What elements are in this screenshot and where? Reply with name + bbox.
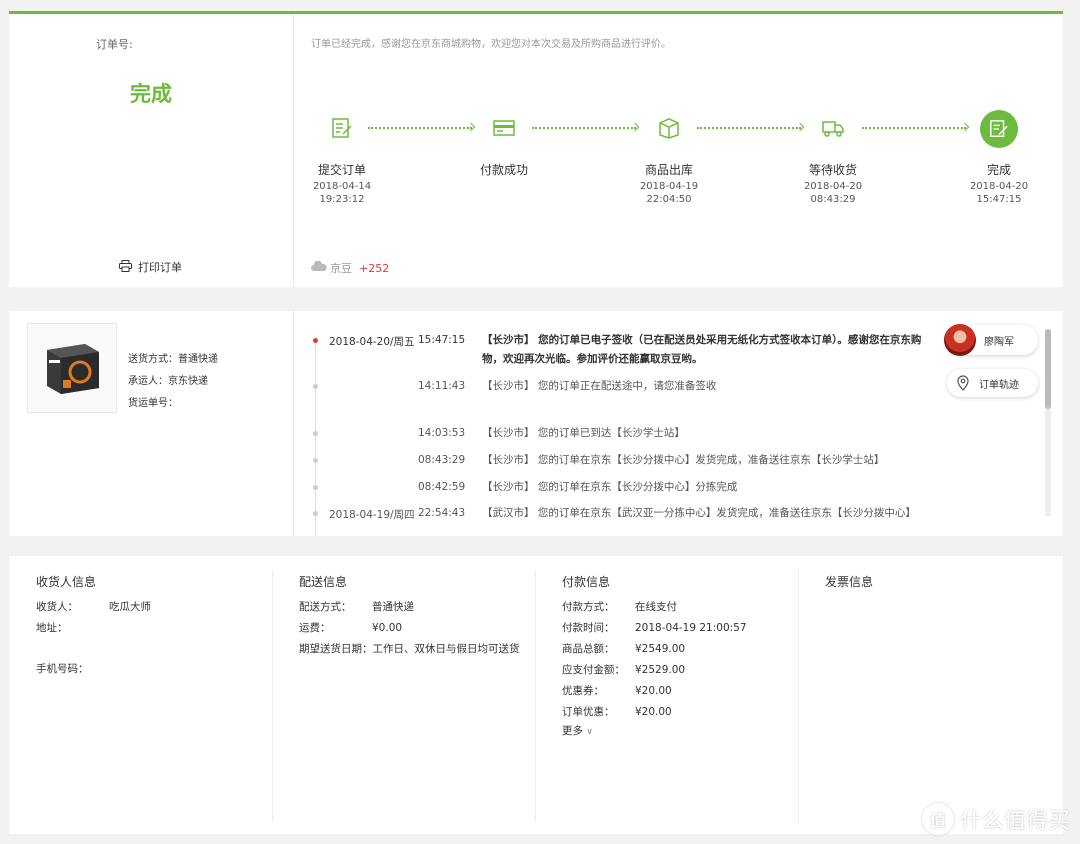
payment-row: 优惠券： ¥20.00	[562, 685, 672, 697]
beans-value: +252	[359, 261, 390, 275]
order-status-panel: 订单号: 完成 打印订单 订单已经完成，感谢您在京东商城购物，欢迎您对本次交易及…	[9, 11, 1063, 287]
timeline-dot	[313, 485, 318, 490]
submit-order-icon	[331, 117, 353, 139]
zigzag-divider	[9, 283, 1063, 291]
payment-row: 订单优惠： ¥20.00	[562, 706, 672, 718]
payment-icon	[493, 117, 515, 139]
timeline-date: 2018-04-19/周四	[329, 509, 415, 521]
avatar	[944, 324, 976, 356]
receiver-name-row: 收货人： 吃瓜大师	[36, 601, 151, 613]
timeline-time: 14:03:53	[418, 427, 466, 439]
step-time: 2018-04-20 08:43:29	[803, 181, 863, 205]
tracking-timeline: 2018-04-20/周五 15:47:15 【长沙市】 您的订单已电子签收（已…	[294, 311, 1054, 536]
step-label: 商品出库	[644, 163, 693, 177]
delivery-date-row: 期望送货日期：工作日、双休日与假日均可送货	[299, 643, 520, 655]
invoice-title: 发票信息	[825, 575, 874, 589]
order-progress: 订单已经完成，感谢您在京东商城购物，欢迎您对本次交易及所购商品进行评价。 提交订…	[294, 14, 1063, 287]
payment-title: 付款信息	[562, 575, 611, 589]
more-label: 更多	[562, 725, 583, 737]
shipment-info: 送货方式：普通快递 承运人：京东快递 货运单号：	[9, 311, 294, 536]
order-status: 完成	[130, 82, 172, 106]
timeline-text: 【长沙市】 您的订单已电子签收（已在配送员处采用无纸化方式签收本订单）。感谢您在…	[482, 334, 922, 365]
payment-row: 商品总额： ¥2549.00	[562, 643, 686, 655]
chevron-down-icon: ∨	[586, 727, 593, 737]
step-label: 付款成功	[479, 163, 528, 177]
timeline-dot	[313, 458, 318, 463]
site-watermark: 值 什么值得买	[921, 803, 1070, 835]
step-time: 2018-04-14 19:23:12	[312, 181, 372, 205]
timeline-scroll-thumb[interactable]	[1045, 329, 1051, 409]
tracking-number: 货运单号：	[128, 398, 178, 409]
package-icon	[658, 117, 680, 139]
step-label: 等待收货	[808, 163, 857, 177]
progress-connector	[368, 127, 472, 133]
payment-row: 付款时间： 2018-04-19 21:00:57	[562, 622, 747, 634]
timeline-text: 【长沙市】 您的订单在京东【长沙分拨中心】分拣完成	[482, 481, 738, 493]
column-divider	[272, 570, 273, 822]
watermark-logo-icon: 值	[921, 803, 954, 835]
order-summary: 订单号: 完成 打印订单	[9, 14, 294, 287]
receiver-title: 收货人信息	[36, 575, 97, 589]
column-divider	[535, 570, 536, 822]
jd-beans: 京豆 +252	[311, 260, 389, 276]
receiver-phone-row: 手机号码：	[36, 663, 89, 675]
invoice-info: 发票信息	[825, 556, 1045, 824]
shipment-panel: 送货方式：普通快递 承运人：京东快递 货运单号： 2018-04-20/周五 1…	[9, 311, 1063, 536]
timeline-time: 08:43:29	[418, 454, 466, 466]
progress-connector	[697, 127, 801, 133]
watermark-text: 什么值得买	[959, 809, 1070, 834]
print-order-label: 打印订单	[138, 261, 182, 274]
print-order-button[interactable]: 打印订单	[119, 259, 182, 275]
step-time: 2018-04-19 22:04:50	[639, 181, 699, 205]
order-number-label: 订单号:	[96, 38, 133, 51]
delivery-fee-row: 运费： ¥0.00	[299, 622, 403, 634]
complete-icon	[980, 110, 1018, 148]
step-label: 提交订单	[317, 163, 366, 177]
shipping-details: 送货方式：普通快递 承运人：京东快递 货运单号：	[128, 349, 218, 415]
progress-connector	[532, 127, 636, 133]
timeline-time: 22:54:43	[418, 507, 466, 519]
location-pin-icon	[957, 375, 969, 391]
timeline-text: 【长沙市】 您的订单正在配送途中，请您准备签收	[482, 380, 717, 392]
payment-row: 付款方式： 在线支付	[562, 601, 677, 613]
payment-row: 应支付金额： ¥2529.00	[562, 664, 686, 676]
order-details-panel: 收货人信息 收货人： 吃瓜大师 地址： 手机号码： 配送信息 配送方式： 普通快递 …	[9, 556, 1063, 834]
progress-connector	[862, 127, 966, 133]
delivery-method-row: 配送方式： 普通快递	[299, 601, 414, 613]
timeline-dot	[313, 431, 318, 436]
courier-name: 廖陶军	[984, 336, 1014, 348]
product-image[interactable]	[27, 323, 117, 413]
beans-label: 京豆	[330, 262, 352, 275]
timeline-time: 14:11:43	[418, 380, 466, 392]
timeline-time: 08:42:59	[418, 481, 466, 493]
shipping-method: 送货方式：普通快递	[128, 354, 218, 365]
timeline-date: 2018-04-20/周五	[329, 336, 415, 348]
more-button[interactable]: 更多 ∨	[562, 723, 593, 738]
cpu-box-image	[47, 344, 99, 394]
timeline-text: 【长沙市】 您的订单已到达【长沙学士站】	[482, 427, 685, 439]
timeline-time: 15:47:15	[418, 334, 466, 346]
delivery-info: 配送信息 配送方式： 普通快递 运费： ¥0.00 期望送货日期：工作日、双休日与假…	[299, 556, 539, 824]
timeline-dot	[313, 384, 318, 389]
order-track-label: 订单轨迹	[979, 379, 1019, 391]
payment-info: 付款信息 付款方式： 在线支付 付款时间： 2018-04-19 21:00:57 …	[562, 556, 792, 824]
truck-icon	[822, 117, 844, 139]
timeline-text: 【长沙市】 您的订单在京东【长沙分拨中心】发货完成，准备送往京东【长沙学士站】	[482, 454, 885, 466]
step-time: 2018-04-20 15:47:15	[969, 181, 1029, 205]
receiver-address-row: 地址：	[36, 622, 68, 634]
cloud-icon	[311, 260, 327, 275]
receiver-info: 收货人信息 收货人： 吃瓜大师 地址： 手机号码：	[36, 556, 266, 824]
shipping-carrier: 承运人：京东快递	[128, 376, 208, 387]
timeline-dot	[313, 338, 318, 343]
timeline-text: 【武汉市】 您的订单在京东【武汉亚一分拣中心】发货完成，准备送往京东【长沙分拨中…	[482, 507, 916, 519]
timeline-line	[315, 339, 316, 536]
thanks-message: 订单已经完成，感谢您在京东商城购物，欢迎您对本次交易及所购商品进行评价。	[311, 39, 671, 50]
column-divider	[798, 570, 799, 822]
timeline-dot	[313, 511, 318, 516]
courier-contact-button[interactable]: 廖陶军	[944, 324, 1038, 356]
printer-icon	[119, 259, 132, 275]
step-label: 完成	[986, 163, 1011, 177]
delivery-title: 配送信息	[299, 575, 348, 589]
order-track-button[interactable]: 订单轨迹	[947, 369, 1038, 397]
